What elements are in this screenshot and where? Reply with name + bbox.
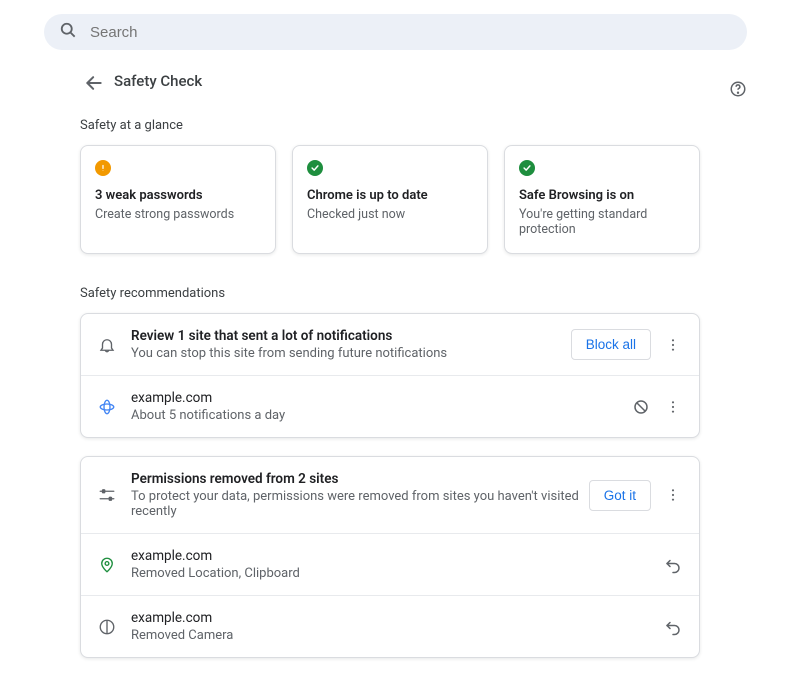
site-domain: example.com <box>131 390 631 406</box>
site-detail: About 5 notifications a day <box>131 408 631 423</box>
notifications-header-row: Review 1 site that sent a lot of notific… <box>81 314 699 375</box>
site-domain: example.com <box>131 548 663 564</box>
permissions-panel: Permissions removed from 2 sites To prot… <box>80 456 700 658</box>
block-icon <box>632 398 650 416</box>
site-icon <box>97 397 117 417</box>
block-all-button[interactable]: Block all <box>571 329 651 360</box>
glance-card-update[interactable]: Chrome is up to date Checked just now <box>292 145 488 254</box>
search-input[interactable] <box>88 23 733 42</box>
more-vert-icon <box>665 337 681 353</box>
site-row: example.com Removed Camera <box>81 595 699 657</box>
more-button[interactable] <box>663 335 683 355</box>
undo-icon <box>664 556 682 574</box>
card-sub: You're getting standard protection <box>519 207 685 237</box>
bell-icon <box>97 335 117 355</box>
glance-cards: 3 weak passwords Create strong passwords… <box>80 145 700 254</box>
rec-title: Review 1 site that sent a lot of notific… <box>131 328 571 344</box>
site-row: example.com Removed Location, Clipboard <box>81 533 699 595</box>
more-button[interactable] <box>663 397 683 417</box>
tune-icon <box>97 485 117 505</box>
notifications-panel: Review 1 site that sent a lot of notific… <box>80 313 700 438</box>
search-bar[interactable] <box>44 14 747 50</box>
undo-button[interactable] <box>663 617 683 637</box>
camera-icon <box>97 617 117 637</box>
more-vert-icon <box>665 399 681 415</box>
check-icon <box>307 160 323 176</box>
warning-icon <box>95 160 111 176</box>
undo-button[interactable] <box>663 555 683 575</box>
site-row: example.com About 5 notifications a day <box>81 375 699 437</box>
recs-label: Safety recommendations <box>80 286 700 301</box>
search-icon <box>58 20 78 44</box>
site-detail: Removed Location, Clipboard <box>131 566 663 581</box>
card-sub: Create strong passwords <box>95 207 261 222</box>
glance-card-passwords[interactable]: 3 weak passwords Create strong passwords <box>80 145 276 254</box>
card-title: Safe Browsing is on <box>519 188 685 203</box>
card-title: Chrome is up to date <box>307 188 473 203</box>
location-icon <box>97 555 117 575</box>
check-icon <box>519 160 535 176</box>
site-domain: example.com <box>131 610 663 626</box>
block-site-button[interactable] <box>631 397 651 417</box>
glance-card-safebrowsing[interactable]: Safe Browsing is on You're getting stand… <box>504 145 700 254</box>
rec-title: Permissions removed from 2 sites <box>131 471 589 487</box>
card-title: 3 weak passwords <box>95 188 261 203</box>
site-detail: Removed Camera <box>131 628 663 643</box>
page-title: Safety Check <box>114 72 202 90</box>
card-sub: Checked just now <box>307 207 473 222</box>
permissions-header-row: Permissions removed from 2 sites To prot… <box>81 457 699 533</box>
undo-icon <box>664 618 682 636</box>
rec-sub: To protect your data, permissions were r… <box>131 489 589 519</box>
rec-sub: You can stop this site from sending futu… <box>131 346 571 361</box>
more-button[interactable] <box>663 485 683 505</box>
back-button[interactable] <box>84 73 104 93</box>
glance-label: Safety at a glance <box>80 118 700 133</box>
help-button[interactable] <box>729 80 747 102</box>
got-it-button[interactable]: Got it <box>589 480 651 511</box>
more-vert-icon <box>665 487 681 503</box>
help-icon <box>729 80 747 98</box>
arrow-left-icon <box>84 73 104 93</box>
